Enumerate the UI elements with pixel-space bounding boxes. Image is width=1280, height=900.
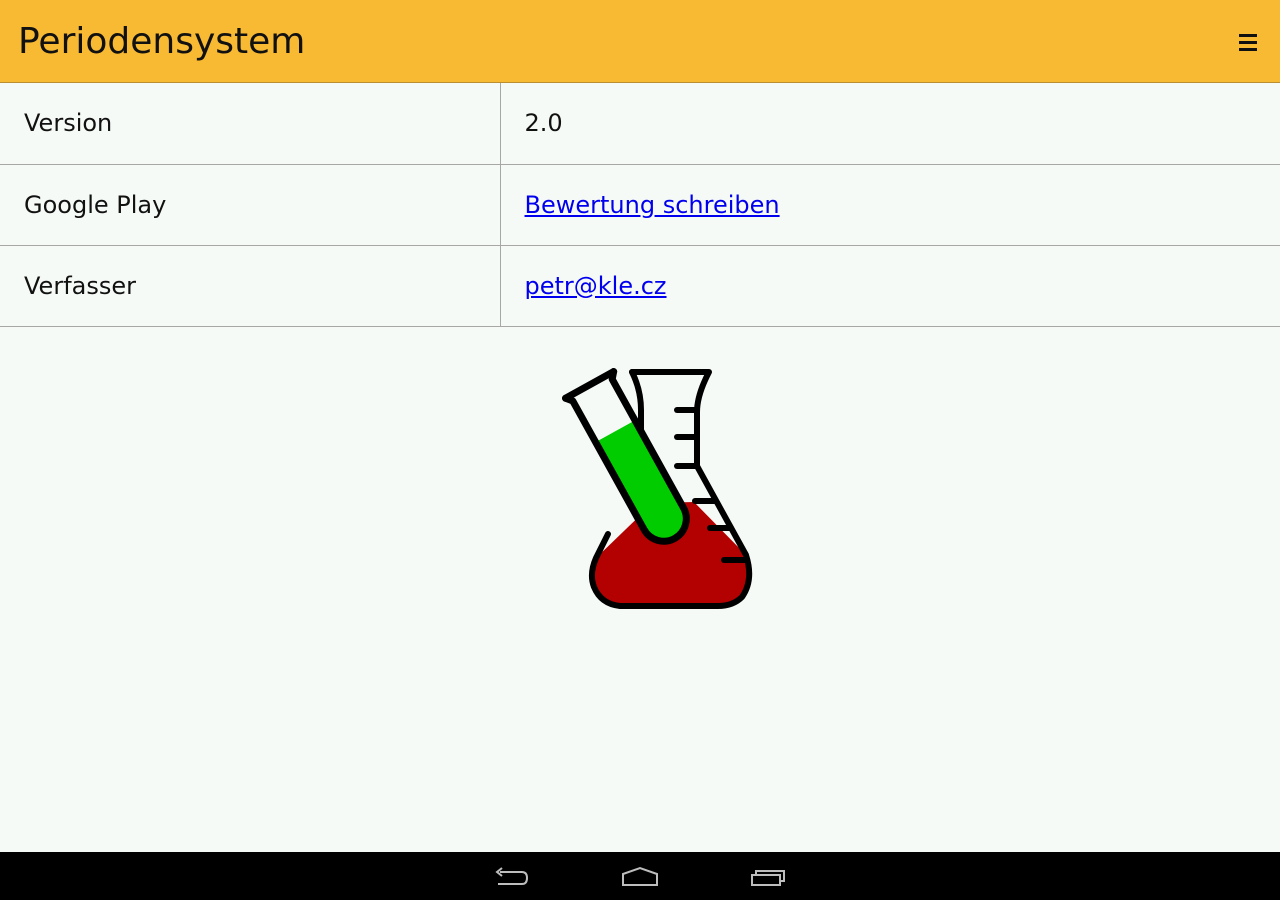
overflow-menu-button[interactable] <box>1234 28 1262 56</box>
table-row-google-play: Google Play Bewertung schreiben <box>0 164 1280 246</box>
google-play-label: Google Play <box>0 164 501 246</box>
home-icon <box>622 866 658 886</box>
table-row-author: Verfasser petr@kle.cz <box>0 245 1280 327</box>
write-review-link[interactable]: Bewertung schreiben <box>525 191 780 219</box>
version-value: 2.0 <box>500 83 1280 165</box>
table-row-version: Version 2.0 <box>0 83 1280 165</box>
author-cell: petr@kle.cz <box>500 245 1280 327</box>
version-label: Version <box>0 83 501 165</box>
recent-apps-icon <box>751 870 785 886</box>
home-button[interactable] <box>610 862 670 892</box>
author-label: Verfasser <box>0 245 501 327</box>
back-icon <box>495 867 529 885</box>
about-info-table: Version 2.0 Google Play Bewertung schrei… <box>0 83 1280 327</box>
system-navigation-bar <box>0 852 1280 900</box>
app-bar: Periodensystem <box>0 0 1280 83</box>
app-root: Periodensystem Version 2.0 Google Play B… <box>0 0 1280 900</box>
page-title: Periodensystem <box>18 21 306 62</box>
chemistry-flask-test-tube-icon <box>562 368 753 609</box>
author-email-link[interactable]: petr@kle.cz <box>525 272 667 300</box>
google-play-cell: Bewertung schreiben <box>500 164 1280 246</box>
hamburger-menu-icon <box>1239 34 1257 51</box>
back-button[interactable] <box>482 862 542 892</box>
recent-apps-button[interactable] <box>738 862 798 892</box>
